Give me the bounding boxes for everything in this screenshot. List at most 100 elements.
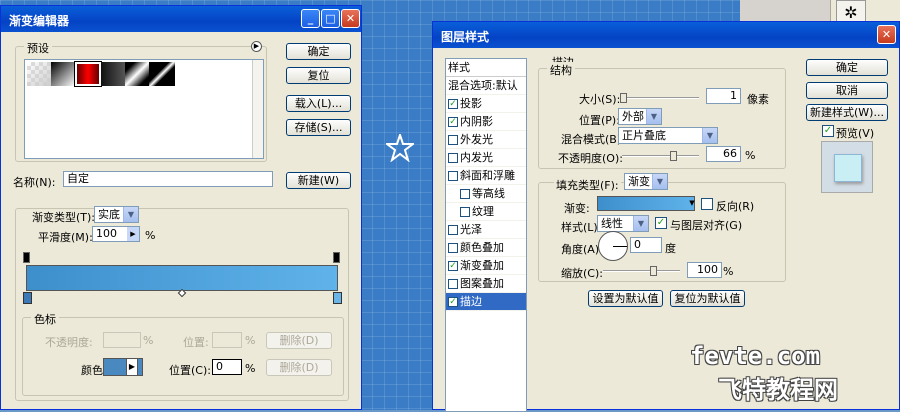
preset-red[interactable]	[74, 61, 102, 87]
style-item-checkbox[interactable]	[460, 207, 470, 217]
size-field[interactable]: 1	[706, 88, 741, 104]
position-value: 外部	[622, 110, 644, 123]
scale-slider[interactable]	[603, 266, 680, 276]
arrow-right-icon[interactable]: ▶	[126, 358, 138, 376]
style-item[interactable]: 混合选项:默认	[446, 77, 526, 95]
reset-default-button[interactable]: 复位为默认值	[670, 290, 745, 307]
style-item[interactable]: ✓ 内阴影	[446, 113, 526, 131]
size-slider-thumb[interactable]	[620, 93, 627, 103]
stop-location2-percent: %	[245, 362, 256, 375]
reverse-label: 反向(R)	[716, 200, 755, 213]
chevron-down-icon: ▼	[702, 128, 717, 143]
gradient-dropdown-icon[interactable]: ▼	[687, 196, 697, 211]
reset-button[interactable]: 复位	[286, 67, 351, 84]
scale-slider-thumb[interactable]	[650, 266, 657, 276]
size-label: 大小(S):	[579, 93, 621, 106]
style-item[interactable]: ✓ 投影	[446, 95, 526, 113]
name-label: 名称(N):	[13, 176, 56, 189]
style-item-checkbox[interactable]	[448, 279, 458, 289]
preview-checkbox[interactable]: ✓	[822, 125, 834, 137]
blend-mode-select[interactable]: 正片叠底 ▼	[618, 127, 718, 144]
structure-legend: 结构	[547, 62, 575, 78]
ok-button[interactable]: 确定	[286, 43, 351, 60]
load-button[interactable]: 载入(L)...	[286, 95, 351, 112]
style-item-label: 图案叠加	[460, 277, 504, 290]
style-item-checkbox[interactable]	[448, 153, 458, 163]
style-item[interactable]: 光泽	[446, 221, 526, 239]
gradient-editor-titlebar[interactable]: 渐变编辑器 _ □ ✕	[1, 6, 361, 32]
preset-chrome[interactable]	[125, 62, 149, 86]
gradient-preview[interactable]	[597, 196, 695, 211]
cancel-button[interactable]: 取消	[806, 82, 888, 99]
style-select[interactable]: 线性 ▼	[597, 215, 649, 232]
preset-bw-diag[interactable]	[149, 62, 175, 86]
preset-transparent[interactable]	[27, 62, 51, 86]
layer-style-titlebar[interactable]: 图层样式 ✕	[433, 22, 899, 48]
gradient-type-select[interactable]: 实底 ▼	[94, 206, 139, 223]
style-item[interactable]: 内发光	[446, 149, 526, 167]
size-slider[interactable]	[620, 93, 699, 103]
style-item-checkbox[interactable]: ✓	[448, 117, 458, 127]
angle-dial[interactable]	[598, 231, 628, 261]
smoothness-field[interactable]: 100 ▶	[92, 226, 140, 242]
window-title: 图层样式	[441, 30, 490, 44]
set-default-button[interactable]: 设置为默认值	[588, 290, 663, 307]
opacity-field[interactable]: 66	[706, 146, 741, 162]
preset-dark[interactable]	[101, 62, 125, 86]
gradient-bar[interactable]	[26, 265, 338, 291]
fill-type-select[interactable]: 渐变 ▼	[624, 173, 668, 190]
align-layer-label: 与图层对齐(G)	[670, 219, 743, 232]
arrow-right-icon[interactable]: ▶	[127, 227, 139, 241]
presets-scrollbar[interactable]	[252, 60, 263, 158]
style-item-label: 内发光	[460, 151, 493, 164]
preset-black-white[interactable]	[51, 62, 75, 86]
minimize-icon[interactable]: _	[301, 9, 320, 28]
style-item-checkbox[interactable]: ✓	[448, 99, 458, 109]
style-item[interactable]: 斜面和浮雕	[446, 167, 526, 185]
name-field[interactable]: 自定	[63, 171, 273, 187]
style-item[interactable]: 纹理	[446, 203, 526, 221]
stops-legend: 色标	[31, 311, 59, 327]
close-icon[interactable]: ✕	[341, 9, 360, 28]
style-item-checkbox[interactable]	[460, 189, 470, 199]
style-item-label: 混合选项:默认	[448, 79, 518, 92]
presets-menu-icon[interactable]: ▶	[251, 41, 262, 52]
angle-field[interactable]: 0	[630, 237, 662, 253]
preview-label: 预览(V)	[836, 127, 875, 140]
style-item-checkbox[interactable]: ✓	[448, 261, 458, 271]
scale-field[interactable]: 100	[687, 262, 722, 278]
opacity-percent: %	[745, 149, 756, 162]
maximize-icon[interactable]: □	[321, 9, 340, 28]
style-item[interactable]: 图案叠加	[446, 275, 526, 293]
align-layer-checkbox[interactable]: ✓	[655, 217, 667, 229]
style-item-checkbox[interactable]	[448, 243, 458, 253]
style-item[interactable]: ✓ 描边	[446, 293, 526, 311]
style-item-checkbox[interactable]	[448, 225, 458, 235]
opacity-stop-left[interactable]	[23, 252, 30, 263]
chevron-down-icon: ▼	[633, 216, 648, 231]
style-item-label: 纹理	[472, 205, 494, 218]
new-gradient-button[interactable]: 新建(W)	[286, 172, 351, 189]
style-item-checkbox[interactable]: ✓	[448, 297, 458, 307]
position-select[interactable]: 外部 ▼	[618, 108, 662, 125]
ok-button[interactable]: 确定	[806, 59, 888, 76]
color-stop-right[interactable]	[333, 292, 342, 304]
style-item[interactable]: 颜色叠加	[446, 239, 526, 257]
save-button[interactable]: 存储(S)...	[286, 119, 351, 136]
style-item[interactable]: ✓ 渐变叠加	[446, 257, 526, 275]
opacity-label: 不透明度(O):	[558, 152, 623, 165]
style-item[interactable]: 等高线	[446, 185, 526, 203]
chevron-down-icon: ▼	[123, 207, 138, 222]
style-item[interactable]: 外发光	[446, 131, 526, 149]
opacity-slider[interactable]	[622, 151, 699, 161]
style-item-checkbox[interactable]	[448, 135, 458, 145]
color-stop-left[interactable]	[23, 292, 32, 304]
close-icon[interactable]: ✕	[877, 25, 896, 44]
new-style-button[interactable]: 新建样式(W)...	[806, 104, 888, 121]
opacity-slider-thumb[interactable]	[670, 151, 677, 161]
reverse-checkbox[interactable]	[701, 198, 713, 210]
opacity-stop-right[interactable]	[333, 252, 340, 263]
styles-list: 样式 混合选项:默认 ✓ 投影 ✓ 内阴影 外发光 内发光 斜面和浮雕 等高线 纹理 光泽 颜色叠加 ✓…	[445, 58, 527, 412]
stop-location2-field[interactable]: 0	[212, 359, 242, 375]
style-item-checkbox[interactable]	[448, 171, 458, 181]
